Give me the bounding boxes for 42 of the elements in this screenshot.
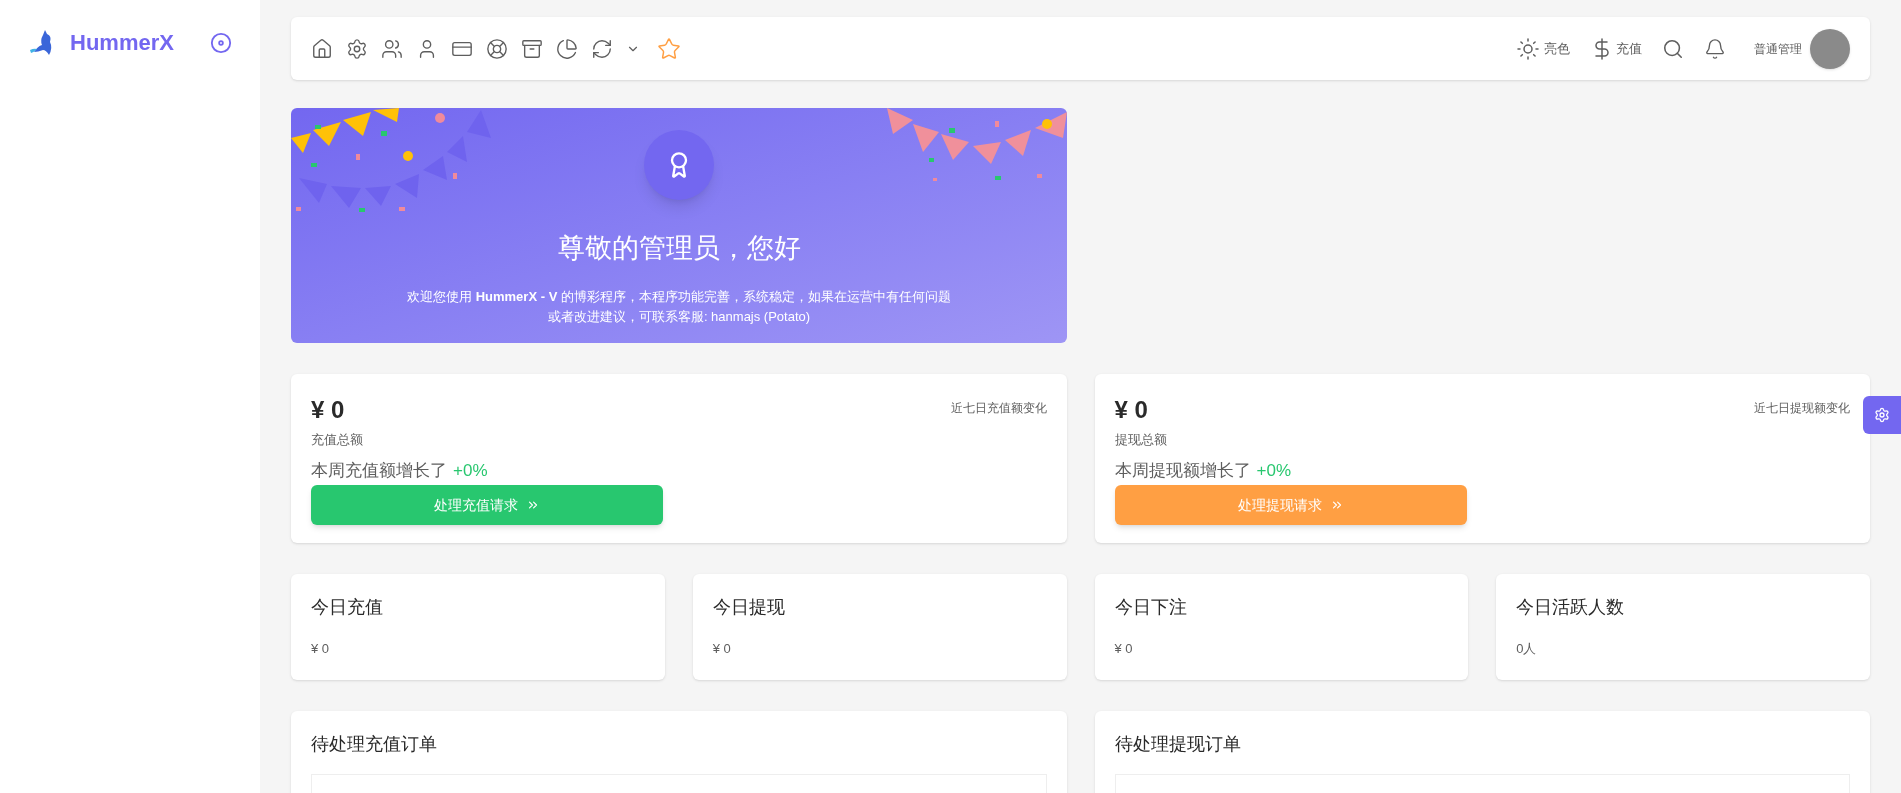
total-label: 充值总额 <box>311 431 364 449</box>
growth-text: 本周提现额增长了 <box>1114 459 1251 482</box>
star-icon[interactable] <box>657 36 681 61</box>
collapse-toggle-icon[interactable] <box>210 32 232 54</box>
welcome-text: 欢迎您使用 HummerX - V 的博彩程序，本程序功能完善，系统稳定，如果在运营中有任何问题或者改进建议，可联系客服: hanmajs (Potato) <box>406 287 952 326</box>
panel-title: 待处理提现订单 <box>1114 733 1242 756</box>
archive-icon[interactable] <box>521 37 543 60</box>
stat-value: ¥ 0 <box>1114 640 1134 658</box>
growth-value: +0% <box>1256 459 1291 482</box>
panel-title: 待处理充值订单 <box>311 733 438 756</box>
chart-label: 近七日提现额变化 <box>1754 400 1850 417</box>
bell-icon[interactable] <box>1704 37 1726 60</box>
theme-toggle-button[interactable]: 亮色 <box>1516 36 1570 61</box>
stat-value: ¥ 0 <box>712 640 732 658</box>
brand-name: HummerX <box>70 29 174 57</box>
home-icon[interactable] <box>311 37 333 60</box>
sun-icon <box>1516 36 1540 61</box>
total-label: 提现总额 <box>1114 431 1168 449</box>
settings-button[interactable] <box>1863 396 1901 434</box>
refresh-icon[interactable] <box>591 37 613 60</box>
growth-text: 本周充值额增长了 <box>311 459 447 482</box>
settings-icon <box>1874 407 1890 423</box>
welcome-title: 尊敬的管理员，您好 <box>557 232 801 265</box>
search-icon[interactable] <box>1662 37 1684 60</box>
recharge-button[interactable]: 充值 <box>1590 36 1642 61</box>
user-avatar[interactable] <box>1810 28 1850 69</box>
stat-title: 今日下注 <box>1114 596 1188 619</box>
users-icon[interactable] <box>381 37 403 60</box>
stat-title: 今日提现 <box>712 596 786 619</box>
pie-chart-icon[interactable] <box>556 37 578 60</box>
user-name: 普通管理 <box>1754 40 1802 58</box>
stat-title: 今日活跃人数 <box>1516 596 1626 619</box>
double-chevron-icon <box>526 498 540 512</box>
settings-icon[interactable] <box>346 37 368 60</box>
growth-value: +0% <box>453 459 488 482</box>
stat-title: 今日充值 <box>311 596 384 619</box>
chart-label: 近七日充值额变化 <box>950 400 1047 417</box>
stat-value: ¥ 0 <box>311 640 331 658</box>
stat-value: 0人 <box>1516 640 1538 658</box>
lifebuoy-icon[interactable] <box>486 37 508 60</box>
total-amount: ¥ 0 <box>311 396 345 424</box>
total-amount: ¥ 0 <box>1114 396 1148 424</box>
